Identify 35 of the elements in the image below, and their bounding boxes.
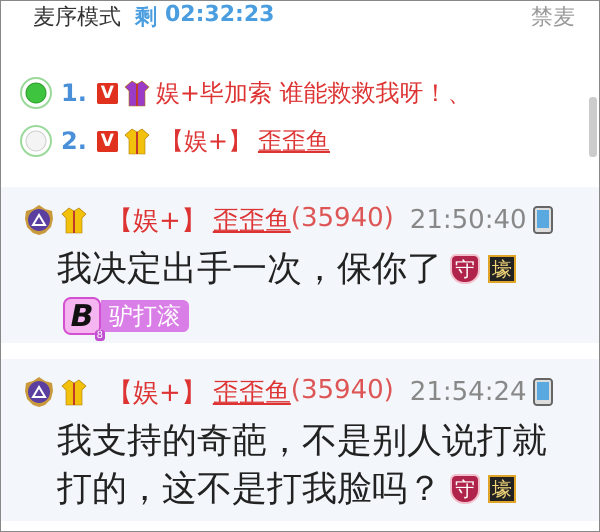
guard-badge: 守 — [450, 474, 480, 504]
remaining-label: 剩 — [135, 4, 157, 32]
mode-label: 麦序模式 — [33, 4, 121, 32]
mute-button[interactable]: 禁麦 — [531, 2, 575, 32]
phone-icon — [532, 378, 553, 406]
group-tag: 【娱+】 — [107, 202, 207, 238]
vest-icon — [61, 206, 87, 234]
user-name[interactable]: 歪歪鱼 — [212, 202, 291, 238]
rank-emblem-icon — [23, 376, 55, 408]
rich-badge: 壕 — [488, 255, 516, 283]
countdown-timer: 02:32:23 — [165, 2, 274, 29]
queue-rank: 1. — [61, 79, 87, 107]
user-id: (35940) — [290, 202, 394, 234]
group-tag: 【娱+】 — [160, 125, 252, 157]
user-name[interactable]: 歪歪鱼 — [212, 374, 291, 410]
message-text: 我决定出手一次，保你了 — [57, 248, 442, 291]
vest-icon — [61, 378, 87, 406]
queue-rank: 2. — [61, 127, 87, 155]
message-time: 21:50:40 — [410, 205, 527, 235]
scrollbar[interactable] — [589, 97, 597, 157]
rank-emblem-icon — [23, 204, 55, 236]
queue-user-name[interactable]: 歪歪鱼 — [258, 125, 330, 157]
queue-user-name: 娱+毕加索 谁能救救我呀！、 — [156, 78, 472, 109]
vip-badge: V — [96, 82, 118, 104]
phone-icon — [532, 206, 553, 234]
guard-badge: 守 — [450, 254, 480, 284]
vip-badge: V — [96, 130, 118, 152]
medal-grade: 8 — [94, 330, 105, 341]
message-text: 打的，这不是打我脸吗？ — [57, 468, 442, 511]
medal-label: 驴打滚 — [101, 300, 189, 332]
user-id: (35940) — [290, 374, 394, 406]
message-text: 我支持的奇葩，不是别人说打就 — [57, 420, 547, 463]
group-tag: 【娱+】 — [107, 374, 207, 410]
message-time: 21:54:24 — [410, 377, 527, 407]
rich-badge: 壕 — [488, 475, 516, 503]
